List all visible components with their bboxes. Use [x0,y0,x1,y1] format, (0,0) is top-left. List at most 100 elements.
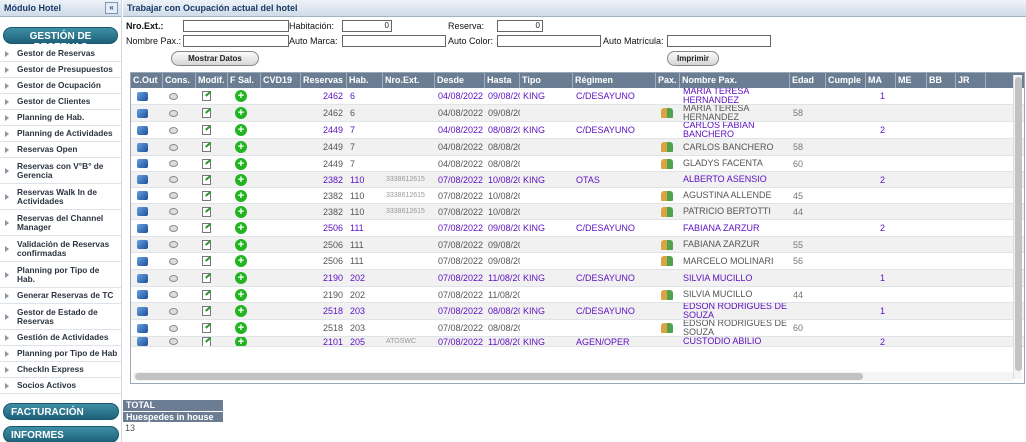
sidebar-item[interactable]: CheckIn Express [0,362,121,378]
sidebar-item[interactable]: Planning de Actividades [0,126,121,142]
sidebar-item[interactable]: Planning por Tipo de Hab [0,346,121,362]
column-header[interactable]: JR [956,73,986,88]
consult-icon[interactable] [169,208,178,215]
column-header[interactable]: Reservas [301,73,347,88]
guest-name-cell[interactable]: AGUSTINA ALLENDE [680,188,790,203]
edit-icon[interactable] [202,289,211,300]
plus-circle-icon[interactable]: + [235,238,247,251]
edit-icon[interactable] [202,108,211,118]
table-row[interactable]: +2518 203 07/08/2022 08/08/2022 EDSON RODRIG… [131,320,1024,337]
consult-icon[interactable] [169,192,178,199]
guest-name-cell[interactable]: PATRICIO BERTOTTI [680,204,790,219]
checkout-icon[interactable] [137,273,148,283]
guest-name-cell[interactable]: MARIA TERESA HERNANDEZ [680,88,790,104]
guests-icon[interactable] [661,323,673,333]
plus-circle-icon[interactable]: + [235,322,247,334]
edit-icon[interactable] [202,190,211,201]
consult-icon[interactable] [169,338,178,345]
column-header[interactable]: Modif. [196,73,228,88]
table-row[interactable]: +2449 7 04/08/2022 08/08/2022 CARLOS BANCHER… [131,139,1024,156]
edit-icon[interactable] [202,174,211,185]
edit-icon[interactable] [202,142,211,152]
guest-name-cell[interactable]: CUSTODIO ABILIO [680,337,790,346]
sidebar-item[interactable]: Gestor de Reservas [0,46,121,62]
plus-circle-icon[interactable]: + [235,157,247,170]
guest-name-cell[interactable]: EDSON RODRIGUES DE SOUZA [680,303,790,319]
checkout-icon[interactable] [137,207,148,216]
column-header[interactable]: Cumple [826,73,866,88]
table-row[interactable]: +2518 203 07/08/2022 08/08/2022KING C/DESAYU… [131,303,1024,320]
column-header[interactable]: ME [896,73,927,88]
checkout-icon[interactable] [137,290,148,299]
habitacion-input[interactable]: 0 [342,20,392,32]
sidebar-item[interactable]: Socios Activos [0,378,121,394]
section-informes[interactable]: INFORMES [3,426,119,442]
consult-icon[interactable] [169,160,178,167]
sidebar-item[interactable]: Gestión de Actividades [0,330,121,346]
guests-icon[interactable] [661,142,673,152]
consult-icon[interactable] [169,126,178,134]
column-header[interactable]: Cons. [163,73,196,88]
plus-circle-icon[interactable]: + [235,255,247,267]
plus-circle-icon[interactable]: + [235,305,247,317]
horizontal-scrollbar[interactable] [133,372,1013,381]
checkout-icon[interactable] [137,191,148,200]
edit-icon[interactable] [202,206,211,217]
table-row[interactable]: +2506 111 07/08/2022 09/08/2022KING C/DESAYU… [131,220,1024,237]
vertical-scroll-thumb[interactable] [1015,77,1022,371]
column-header[interactable]: Hab. [347,73,383,88]
sidebar-item[interactable]: Gestor de Estado de Reservas [0,304,121,330]
plus-circle-icon[interactable]: + [235,288,247,301]
checkout-icon[interactable] [137,323,148,333]
sidebar-item[interactable]: Validación de Reservas confirmadas [0,236,121,262]
checkout-icon[interactable] [137,223,148,233]
sidebar-item[interactable]: Gestor de Presupuestos [0,62,121,78]
consult-icon[interactable] [169,324,178,332]
plus-circle-icon[interactable]: + [235,337,247,346]
guests-icon[interactable] [661,239,673,250]
column-header[interactable]: Hasta [485,73,520,88]
guest-name-cell[interactable]: GLADYS FACENTA [680,156,790,171]
plus-circle-icon[interactable]: + [235,107,247,119]
checkout-icon[interactable] [137,159,148,168]
sidebar-item[interactable]: Generar Reservas de TC [0,288,121,304]
guests-icon[interactable] [661,190,673,201]
edit-icon[interactable] [202,256,211,266]
plus-circle-icon[interactable]: + [235,205,247,218]
consult-icon[interactable] [169,274,178,282]
mostrar-datos-button[interactable]: Mostrar Datos [171,51,259,66]
edit-icon[interactable] [202,306,211,316]
table-row[interactable]: +2382 110 3338612615 07/08/2022 10/08/2022KI… [131,172,1024,188]
edit-icon[interactable] [202,91,211,101]
collapse-sidebar-button[interactable]: « [105,2,118,14]
section-facturacion[interactable]: FACTURACIÓN [3,403,119,420]
column-header[interactable]: F Sal. [228,73,261,88]
column-header[interactable]: CVD19 [261,73,301,88]
checkout-icon[interactable] [137,142,148,152]
sidebar-item[interactable]: Gestor de Clientes [0,94,121,110]
edit-icon[interactable] [202,158,211,169]
guests-icon[interactable] [661,256,673,266]
edit-icon[interactable] [202,337,211,346]
checkout-icon[interactable] [137,240,148,249]
plus-circle-icon[interactable]: + [235,124,247,136]
column-header[interactable]: Nro.Ext. [383,73,435,88]
checkout-icon[interactable] [137,108,148,118]
consult-icon[interactable] [169,176,178,183]
guest-name-cell[interactable]: MARCELO MOLINARI [680,253,790,269]
nro-ext-input[interactable] [183,20,289,32]
edit-icon[interactable] [202,239,211,250]
column-header[interactable]: BB [927,73,956,88]
table-row[interactable]: +2506 111 07/08/2022 09/08/2022 MARCELO MOLI… [131,253,1024,270]
sidebar-item[interactable]: Planning por Tipo de Hab. [0,262,121,288]
column-header[interactable]: Régimen [573,73,656,88]
edit-icon[interactable] [202,223,211,233]
checkout-icon[interactable] [137,337,148,346]
table-row[interactable]: +2506 111 07/08/2022 09/08/2022 FABIANA ZARZ… [131,237,1024,253]
guests-icon[interactable] [661,289,673,300]
plus-circle-icon[interactable]: + [235,189,247,202]
table-row[interactable]: +2462 6 04/08/2022 09/08/2022 MARIA TERESA H… [131,105,1024,122]
consult-icon[interactable] [169,92,178,100]
sidebar-item[interactable]: Reservas del Channel Manager [0,210,121,236]
vertical-scrollbar[interactable] [1013,75,1022,379]
